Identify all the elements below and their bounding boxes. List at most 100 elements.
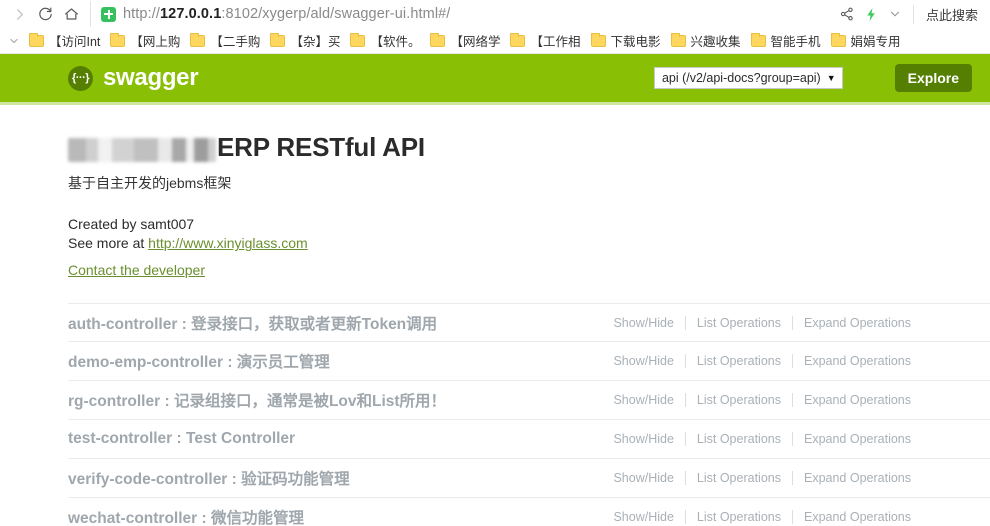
- resource-name[interactable]: demo-emp-controller : 演示员工管理: [68, 350, 330, 372]
- expand-operations-link[interactable]: Expand Operations: [793, 471, 922, 485]
- folder-icon: [430, 32, 446, 47]
- chevron-down-icon[interactable]: [883, 1, 907, 27]
- resource-name[interactable]: wechat-controller : 微信功能管理: [68, 506, 304, 526]
- bookmark-item[interactable]: 【网络学: [425, 30, 505, 52]
- explore-button[interactable]: Explore: [894, 64, 972, 92]
- bookmark-item[interactable]: 【工作相: [505, 30, 585, 52]
- folder-icon: [350, 32, 366, 47]
- list-operations-link[interactable]: List Operations: [686, 510, 792, 524]
- address-bar[interactable]: http://127.0.0.1:8102/xygerp/ald/swagger…: [90, 1, 835, 27]
- expand-operations-link[interactable]: Expand Operations: [793, 316, 922, 330]
- page-title: ERP RESTful API: [68, 133, 990, 162]
- bookmark-item[interactable]: 下载电影: [586, 30, 666, 52]
- resource-separator: :: [223, 354, 237, 372]
- share-icon[interactable]: [835, 1, 859, 27]
- browser-chrome: http://127.0.0.1:8102/xygerp/ald/swagger…: [0, 0, 990, 54]
- table-row[interactable]: wechat-controller : 微信功能管理 Show/Hide Lis…: [68, 498, 990, 526]
- resource-operations: Show/Hide List Operations Expand Operati…: [602, 354, 922, 369]
- main-content: ERP RESTful API 基于自主开发的jebms框架 Created b…: [0, 105, 990, 526]
- bookmark-item[interactable]: 【二手购: [185, 30, 265, 52]
- table-row[interactable]: verify-code-controller : 验证码功能管理 Show/Hi…: [68, 459, 990, 499]
- url-host: 127.0.0.1: [159, 6, 222, 22]
- expand-operations-link[interactable]: Expand Operations: [793, 393, 922, 407]
- url-text: http://127.0.0.1:8102/xygerp/ald/swagger…: [123, 6, 450, 22]
- resource-name[interactable]: test-controller : Test Controller: [68, 430, 295, 448]
- url-scheme: http://: [123, 6, 160, 22]
- folder-icon: [110, 32, 126, 47]
- resource-name[interactable]: rg-controller : 记录组接口，通常是被Lov和List所用！: [68, 389, 446, 411]
- swagger-logo-text: swagger: [103, 64, 199, 91]
- bookmarks-bar: 【访问Int 【网上购 【二手购 【杂】买 【软件。 【网络学 【工作相 下载电…: [0, 28, 990, 54]
- table-row[interactable]: demo-emp-controller : 演示员工管理 Show/Hide L…: [68, 342, 990, 382]
- chevron-down-icon: ▼: [826, 73, 836, 83]
- resource-summary: 演示员工管理: [236, 354, 330, 372]
- folder-icon: [670, 32, 686, 47]
- api-description: 基于自主开发的jebms框架: [68, 174, 232, 191]
- api-select-value: api (/v2/api-docs?group=api): [661, 71, 821, 85]
- resource-separator: :: [172, 430, 186, 448]
- show-hide-link[interactable]: Show/Hide: [602, 393, 684, 407]
- bookmark-label: 兴趣收集: [690, 35, 741, 49]
- table-row[interactable]: test-controller : Test Controller Show/H…: [68, 420, 990, 460]
- swagger-logo-icon: {···}: [68, 65, 93, 91]
- browser-toolbar: http://127.0.0.1:8102/xygerp/ald/swagger…: [0, 0, 990, 28]
- bookmark-label: 【杂】买: [290, 35, 341, 49]
- resource-name[interactable]: auth-controller : 登录接口，获取或者更新Token调用: [68, 312, 437, 334]
- bookmark-item[interactable]: 【网上购: [105, 30, 185, 52]
- resource-separator: :: [177, 315, 192, 333]
- contact-developer-link[interactable]: Contact the developer: [68, 261, 205, 281]
- bookmark-label: 【二手购: [210, 35, 261, 49]
- bookmark-item[interactable]: 【杂】买: [265, 30, 345, 52]
- shield-icon: [101, 6, 116, 22]
- expand-operations-link[interactable]: Expand Operations: [793, 432, 922, 446]
- table-row[interactable]: auth-controller : 登录接口，获取或者更新Token调用 Sho…: [68, 303, 990, 343]
- bookmark-item[interactable]: 兴趣收集: [666, 30, 746, 52]
- see-more-line: See more at http://www.xinyiglass.com: [68, 234, 990, 254]
- resource-operations: Show/Hide List Operations Expand Operati…: [602, 393, 922, 408]
- show-hide-link[interactable]: Show/Hide: [602, 471, 684, 485]
- resource-summary: 验证码功能管理: [241, 471, 350, 489]
- folder-icon: [270, 32, 286, 47]
- redacted-title-block: [68, 137, 216, 162]
- expand-operations-link[interactable]: Expand Operations: [793, 510, 922, 524]
- forward-arrow-icon[interactable]: [6, 1, 32, 27]
- table-row[interactable]: rg-controller : 记录组接口，通常是被Lov和List所用！ Sh…: [68, 381, 990, 421]
- api-credits: Created by samt007 See more at http://ww…: [68, 215, 990, 282]
- page-title-text: ERP RESTful API: [217, 132, 425, 162]
- bookmark-item[interactable]: 娟娟专用: [826, 30, 906, 52]
- see-more-link[interactable]: http://www.xinyiglass.com: [148, 235, 308, 251]
- bookmark-item[interactable]: 【访问Int: [24, 30, 105, 52]
- resource-operations: Show/Hide List Operations Expand Operati…: [602, 471, 922, 486]
- resource-separator: :: [160, 393, 174, 411]
- bookmark-item[interactable]: 【软件。: [345, 30, 425, 52]
- header-controls: api (/v2/api-docs?group=api) ▼ Explore: [653, 64, 972, 92]
- resource-name[interactable]: verify-code-controller : 验证码功能管理: [68, 467, 350, 489]
- list-operations-link[interactable]: List Operations: [686, 354, 792, 368]
- show-hide-link[interactable]: Show/Hide: [602, 316, 684, 330]
- show-hide-link[interactable]: Show/Hide: [602, 432, 684, 446]
- lightning-icon[interactable]: [859, 1, 883, 27]
- bookmark-label: 娟娟专用: [850, 35, 901, 49]
- resource-operations: Show/Hide List Operations Expand Operati…: [602, 432, 922, 447]
- show-hide-link[interactable]: Show/Hide: [602, 354, 684, 368]
- resource-summary: 记录组接口，通常是被Lov和List所用！: [173, 393, 447, 411]
- list-operations-link[interactable]: List Operations: [686, 393, 792, 407]
- bookmarks-chevron-down-icon[interactable]: [4, 31, 24, 51]
- resource-id: auth-controller: [68, 315, 178, 333]
- home-icon[interactable]: [58, 1, 84, 27]
- bookmark-item[interactable]: 智能手机: [746, 30, 826, 52]
- resource-id: verify-code-controller: [68, 471, 228, 489]
- folder-icon: [750, 32, 766, 47]
- show-hide-link[interactable]: Show/Hide: [602, 510, 684, 524]
- reload-icon[interactable]: [32, 1, 58, 27]
- list-operations-link[interactable]: List Operations: [686, 432, 792, 446]
- resource-list: auth-controller : 登录接口，获取或者更新Token调用 Sho…: [68, 303, 990, 526]
- list-operations-link[interactable]: List Operations: [686, 316, 792, 330]
- search-hint[interactable]: 点此搜索: [912, 4, 982, 24]
- bookmark-label: 【访问Int: [49, 35, 101, 49]
- list-operations-link[interactable]: List Operations: [686, 471, 792, 485]
- url-path: :8102/xygerp/ald/swagger-ui.html#/: [221, 6, 451, 22]
- api-select[interactable]: api (/v2/api-docs?group=api) ▼: [653, 67, 843, 89]
- expand-operations-link[interactable]: Expand Operations: [793, 354, 922, 368]
- resource-id: demo-emp-controller: [68, 354, 224, 372]
